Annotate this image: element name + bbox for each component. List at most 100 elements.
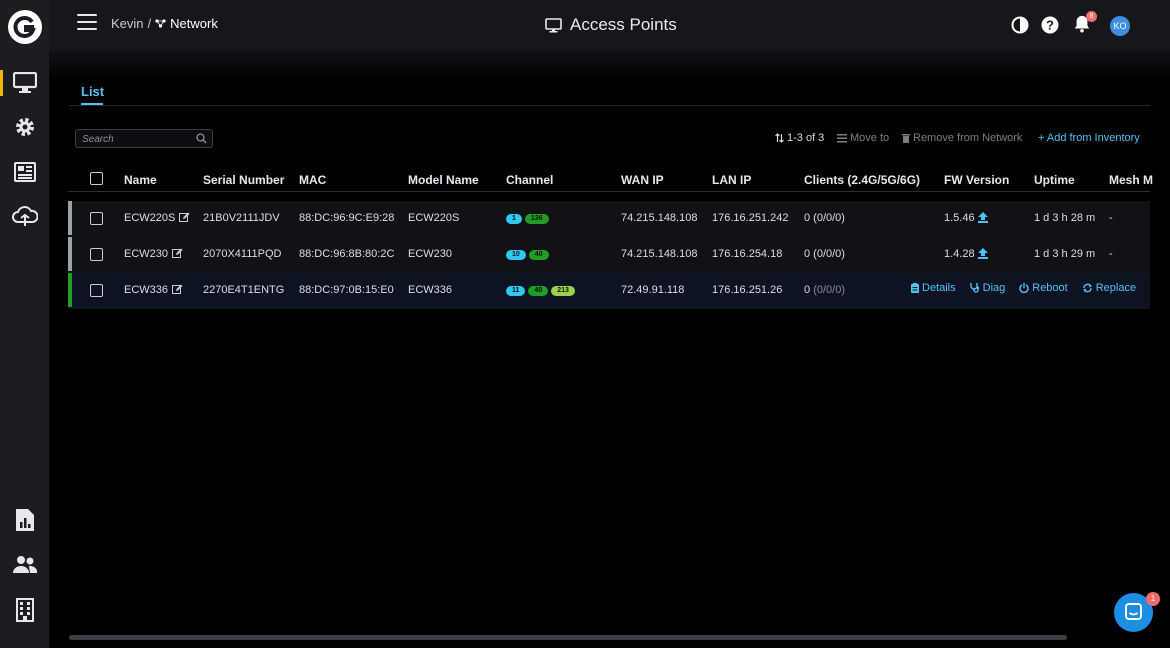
lan-ip: 176.16.251.242	[712, 212, 789, 224]
lan-ip: 176.16.251.26	[712, 284, 783, 296]
sync-icon	[1082, 283, 1092, 293]
newspaper-icon	[13, 162, 36, 182]
lan-ip: 176.16.254.18	[712, 248, 783, 260]
reboot-button[interactable]: Reboot	[1019, 282, 1068, 294]
details-label: Details	[922, 282, 956, 294]
mac-address: 88:DC:96:8B:80:2C	[299, 248, 395, 260]
page-title: Access Points	[545, 15, 677, 35]
move-to-button[interactable]: Move to	[837, 132, 889, 144]
sidebar-item-organization[interactable]	[0, 595, 49, 625]
ap-name-cell: ECW230	[124, 248, 183, 260]
edit-icon[interactable]	[172, 284, 183, 295]
add-from-inventory-button[interactable]: + Add from Inventory	[1038, 132, 1140, 144]
channel-2g-chip: 1	[506, 214, 522, 225]
clients: 0 (0/0/0)	[804, 284, 845, 296]
serial-number: 2070X4111PQD	[203, 248, 282, 260]
replace-button[interactable]: Replace	[1082, 282, 1136, 294]
diag-label: Diag	[982, 282, 1006, 294]
mesh-mode: -	[1109, 212, 1113, 224]
wan-ip: 72.49.91.118	[621, 284, 685, 296]
wan-ip: 74.215.148.108	[621, 248, 698, 260]
fw-version: 1.5.46	[944, 212, 975, 224]
theme-toggle-icon[interactable]	[1011, 16, 1029, 34]
column-header-name[interactable]: Name	[124, 173, 157, 187]
help-icon[interactable]: ?	[1041, 16, 1059, 34]
table-row[interactable]: ECW336 2270E4T1ENTG 88:DC:97:0B:15:E0 EC…	[68, 273, 1150, 309]
move-to-label: Move to	[850, 132, 890, 144]
status-bar	[68, 237, 72, 271]
channel-5g-chip: 136	[524, 214, 549, 225]
monitor-icon	[545, 17, 562, 32]
column-header-mesh[interactable]: Mesh M	[1109, 173, 1153, 187]
channel-2g-chip: 11	[506, 286, 526, 297]
model-name: ECW336	[408, 284, 453, 296]
column-header-fw-version[interactable]: FW Version	[944, 173, 1009, 187]
sidebar-item-devices[interactable]	[0, 68, 49, 98]
wan-ip: 74.215.148.108	[621, 212, 698, 224]
column-header-channel[interactable]: Channel	[506, 173, 553, 187]
channel-chips: 10 40	[506, 249, 552, 261]
fw-version-cell: 1.4.28	[944, 248, 988, 260]
app-logo[interactable]	[8, 10, 42, 44]
ap-name: ECW336	[124, 284, 169, 296]
horizontal-scrollbar[interactable]	[69, 635, 1067, 640]
column-header-wan-ip[interactable]: WAN IP	[621, 173, 664, 187]
status-bar	[68, 273, 72, 307]
column-header-lan-ip[interactable]: LAN IP	[712, 173, 751, 187]
sidebar	[0, 0, 49, 648]
tab-list[interactable]: List	[81, 84, 104, 99]
breadcrumb: Kevin / Network	[111, 16, 218, 31]
desktop-icon	[12, 72, 37, 93]
channel-chips: 11 40 213	[506, 285, 578, 297]
serial-number: 21B0V2111JDV	[203, 212, 280, 224]
channel-2g-chip: 10	[506, 250, 526, 261]
search-icon[interactable]	[196, 133, 207, 144]
diag-button[interactable]: Diag	[969, 282, 1006, 294]
power-icon	[1019, 283, 1029, 293]
table-row[interactable]: ECW230 2070X4111PQD 88:DC:96:8B:80:2C EC…	[68, 237, 1150, 273]
tab-divider	[69, 105, 1150, 106]
edit-icon[interactable]	[179, 212, 190, 223]
ap-name: ECW220S	[124, 212, 176, 224]
row-checkbox[interactable]	[90, 212, 103, 225]
uptime: 1 d 3 h 29 m	[1034, 248, 1096, 260]
breadcrumb-separator: /	[147, 16, 152, 31]
select-all-checkbox[interactable]	[90, 172, 103, 185]
hamburger-menu-icon[interactable]	[77, 14, 97, 32]
notification-badge: 8	[1086, 11, 1097, 22]
model-name: ECW220S	[408, 212, 460, 224]
sidebar-item-analytics[interactable]	[0, 505, 49, 535]
add-label: + Add from Inventory	[1038, 132, 1140, 144]
remove-from-network-button[interactable]: Remove from Network	[902, 132, 1022, 144]
column-header-mac[interactable]: MAC	[299, 173, 326, 187]
column-header-uptime[interactable]: Uptime	[1034, 173, 1075, 187]
status-bar	[68, 201, 72, 235]
users-icon	[12, 556, 37, 573]
pagination-count[interactable]: 1-3 of 3	[775, 132, 824, 144]
page-title-text: Access Points	[570, 15, 677, 34]
sidebar-item-settings[interactable]	[0, 112, 49, 142]
row-checkbox[interactable]	[90, 284, 103, 297]
upgrade-icon[interactable]	[977, 212, 988, 223]
column-header-clients[interactable]: Clients (2.4G/5G/6G)	[804, 173, 920, 187]
remove-label: Remove from Network	[913, 132, 1023, 144]
mesh-mode: -	[1109, 248, 1113, 260]
sidebar-item-cloud[interactable]	[0, 202, 49, 232]
upgrade-icon[interactable]	[977, 248, 988, 259]
network-icon	[155, 19, 166, 28]
breadcrumb-user[interactable]: Kevin	[111, 16, 144, 31]
edit-icon[interactable]	[172, 248, 183, 259]
column-header-model[interactable]: Model Name	[408, 173, 479, 187]
building-icon	[15, 598, 34, 622]
row-actions: Details Diag Reboot Replace	[911, 282, 1136, 294]
clients: 0 (0/0/0)	[804, 248, 845, 260]
sidebar-item-users[interactable]	[0, 550, 49, 580]
sidebar-item-reports-news[interactable]	[0, 157, 49, 187]
details-button[interactable]: Details	[911, 282, 956, 294]
search-input[interactable]	[82, 132, 192, 146]
avatar[interactable]: KO	[1110, 16, 1130, 36]
table-row[interactable]: ECW220S 21B0V2111JDV 88:DC:96:9C:E9:28 E…	[68, 201, 1150, 237]
column-header-serial[interactable]: Serial Number	[203, 173, 284, 187]
breadcrumb-network[interactable]: Network	[170, 16, 218, 31]
row-checkbox[interactable]	[90, 248, 103, 261]
